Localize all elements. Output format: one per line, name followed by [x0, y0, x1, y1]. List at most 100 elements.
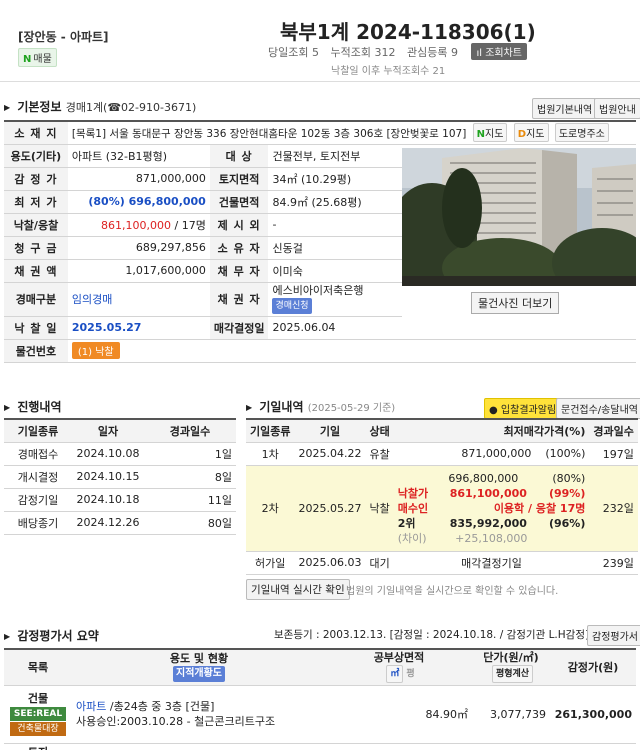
appraisal-col-unit-label: 단가(원/㎡)	[483, 651, 539, 665]
item-no-cell: (1) 낙찰	[67, 339, 636, 363]
appraisal-col-area-label: 공부상면적	[373, 651, 425, 665]
seereal-button[interactable]: SEE:REAL	[10, 706, 66, 721]
appraisal-col-value: 감정가(원)	[550, 649, 636, 686]
auction-bid-detail: 696,800,000 (80%) 낙찰가 861,100,000 (99%) …	[393, 465, 590, 552]
appraisal-col-list: 목록	[4, 649, 72, 686]
creditor-label: 채 권 자	[209, 282, 269, 317]
progress-cell: 2024.12.26	[72, 511, 144, 535]
appraisal-table: 목록 용도 및 현황 지적개황도 공부상면적 ㎡ 평 단가(원/㎡) 평형계산 감…	[4, 648, 636, 750]
bid-label: 낙찰/응찰	[4, 213, 68, 237]
cadastral-map-button[interactable]: 지적개황도	[173, 666, 225, 683]
table-row: 개시결정 2024.10.15 8일	[4, 465, 236, 489]
daum-d-icon: D	[517, 129, 527, 141]
road-address-button[interactable]: 도로명주소	[554, 123, 609, 143]
maemul-button[interactable]: N 매물	[18, 48, 57, 67]
table-row: 건물 SEE:REAL 건축물대장 아파트 /총24층 중 3층 [건물] 사용…	[4, 685, 636, 744]
owner-value: 신동걸	[268, 236, 403, 260]
auction-note: 매각결정기일	[393, 551, 590, 575]
daum-map-label: 지도	[526, 129, 545, 141]
court-info-button[interactable]: 법원안내	[594, 98, 640, 119]
bar-chart-icon: ıl	[476, 48, 483, 59]
maemul-label: 매물	[33, 54, 52, 65]
area-toggle-pyeong[interactable]: 평	[406, 669, 414, 679]
naver-map-label: 지도	[485, 129, 504, 141]
diff-value: +25,108,000	[455, 531, 528, 545]
view-chart-button[interactable]: ıl 조회차트	[471, 43, 528, 60]
progress-cell: 2024.10.08	[72, 442, 144, 466]
appraisal-report-button[interactable]: 감정평가서	[587, 625, 640, 646]
progress-col-type: 기일종류	[4, 419, 72, 443]
buyer-label: 매수인	[397, 501, 429, 515]
winning-bid-value: 861,100,000	[449, 486, 527, 500]
claim-label: 청 구 금	[4, 236, 68, 260]
building-ledger-button[interactable]: 건축물대장	[10, 721, 66, 736]
appraisal-col-use: 용도 및 현황 지적개황도	[72, 649, 326, 686]
creditor-cell: 에스비아이저축은행 경매신청	[268, 282, 403, 317]
diff-line: (차이) +25,108,000	[398, 531, 586, 546]
building-use-cell: 아파트 /총24층 중 3층 [건물] 사용승인:2003.10.28 - 철근…	[72, 685, 326, 744]
target-value: 건물전부, 토지전부	[268, 144, 403, 168]
auction-date-note: (2025-05-29 기준)	[307, 403, 396, 414]
court-notice-button[interactable]: 법원기본내역	[532, 98, 598, 119]
daum-map-button[interactable]: D지도	[513, 123, 549, 143]
pyeong-calc-button[interactable]: 평형계산	[491, 665, 534, 684]
address-text: [목록1] 서울 동대문구 장안동 336 장안현대홈타운 102동 3층 30…	[71, 128, 467, 141]
bond-value: 1,017,600,000	[67, 259, 210, 283]
progress-cell: 경매접수	[4, 442, 72, 466]
naver-n-icon: N	[23, 54, 32, 65]
location-label: [장안동 - 아파트]	[18, 30, 109, 44]
appraisal-col-area: 공부상면적 ㎡ 평	[326, 649, 472, 686]
progress-cell: 11일	[144, 488, 236, 512]
auction-price: 871,000,000 (100%)	[393, 442, 590, 466]
min-price-value: (80%) 696,800,000	[67, 190, 210, 214]
auction-col-type: 기일종류	[246, 419, 295, 443]
auction-heading: 기일내역 (2025-05-29 기준)	[246, 398, 395, 415]
docs-delivery-button[interactable]: 문건접수/송달내역	[556, 398, 640, 419]
auction-status: 대기	[365, 551, 394, 575]
second-bid-line: 2위 835,992,000 (96%)	[398, 516, 586, 531]
auction-col-days: 경과일수	[589, 419, 638, 443]
debtor-value: 이미숙	[268, 259, 403, 283]
interest-count: 관심등록 9	[406, 46, 458, 59]
auction-type-label: 경매구분	[4, 282, 68, 317]
area-toggle-sqm[interactable]: ㎡	[386, 665, 404, 684]
item-status-badge[interactable]: (1) 낙찰	[71, 342, 120, 359]
bid-result-alert-button[interactable]: ● 입찰결과알림	[484, 398, 562, 419]
use-value: 아파트 (32-B1평형)	[67, 144, 210, 168]
property-photo[interactable]	[402, 148, 636, 286]
appraisal-label: 감 정 가	[4, 167, 68, 191]
building-use-link[interactable]: 아파트	[76, 700, 106, 713]
auction-days: 232일	[589, 465, 638, 552]
auction-date: 2025.05.27	[294, 465, 366, 552]
total-views: 누적조회 312	[330, 46, 396, 59]
progress-table: 기일종류 일자 경과일수 경매접수 2024.10.08 1일 개시결정 202…	[4, 418, 236, 535]
claim-value: 689,297,856	[67, 236, 210, 260]
winning-bid-pct: (99%)	[548, 486, 586, 500]
building-area: 84.90㎡	[326, 685, 472, 744]
court-contact: 경매1계(☎02-910-3671)	[65, 101, 197, 114]
realtime-check-button[interactable]: 기일내역 실시간 확인	[246, 579, 350, 600]
auction-date: 2025.06.03	[294, 551, 366, 575]
building-use-text: /총24층 중 3층 [건물]	[106, 700, 215, 713]
progress-col-date: 일자	[72, 419, 144, 443]
appraisal-title: 감정평가서 요약	[17, 629, 99, 643]
progress-col-days: 경과일수	[144, 419, 236, 443]
auction-round: 1차	[246, 442, 295, 466]
progress-heading: 진행내역	[4, 398, 61, 415]
more-photos-button[interactable]: 물건사진 더보기	[471, 292, 560, 314]
land-area-label: 토지면적	[209, 167, 269, 191]
auction-col-status: 상태	[365, 419, 394, 443]
naver-map-button[interactable]: N지도	[472, 123, 508, 143]
second-bid-pct: (96%)	[548, 516, 586, 530]
target-label: 대 상	[209, 144, 269, 168]
winning-bid-label: 낙찰가	[397, 486, 429, 500]
auction-date: 2025.04.22	[294, 442, 366, 466]
table-row: 허가일 2025.06.03 대기 매각결정기일 239일	[246, 551, 638, 575]
auction-round: 2차	[246, 465, 295, 552]
progress-cell: 배당종기	[4, 511, 72, 535]
progress-cell: 80일	[144, 511, 236, 535]
bid-result-alert-label: 입찰결과알림	[500, 405, 557, 416]
table-row: 배당종기 2024.12.26 80일	[4, 511, 236, 535]
auction-type-value: 임의경매	[67, 282, 210, 317]
building-appraisal-value: 261,300,000	[550, 685, 636, 744]
